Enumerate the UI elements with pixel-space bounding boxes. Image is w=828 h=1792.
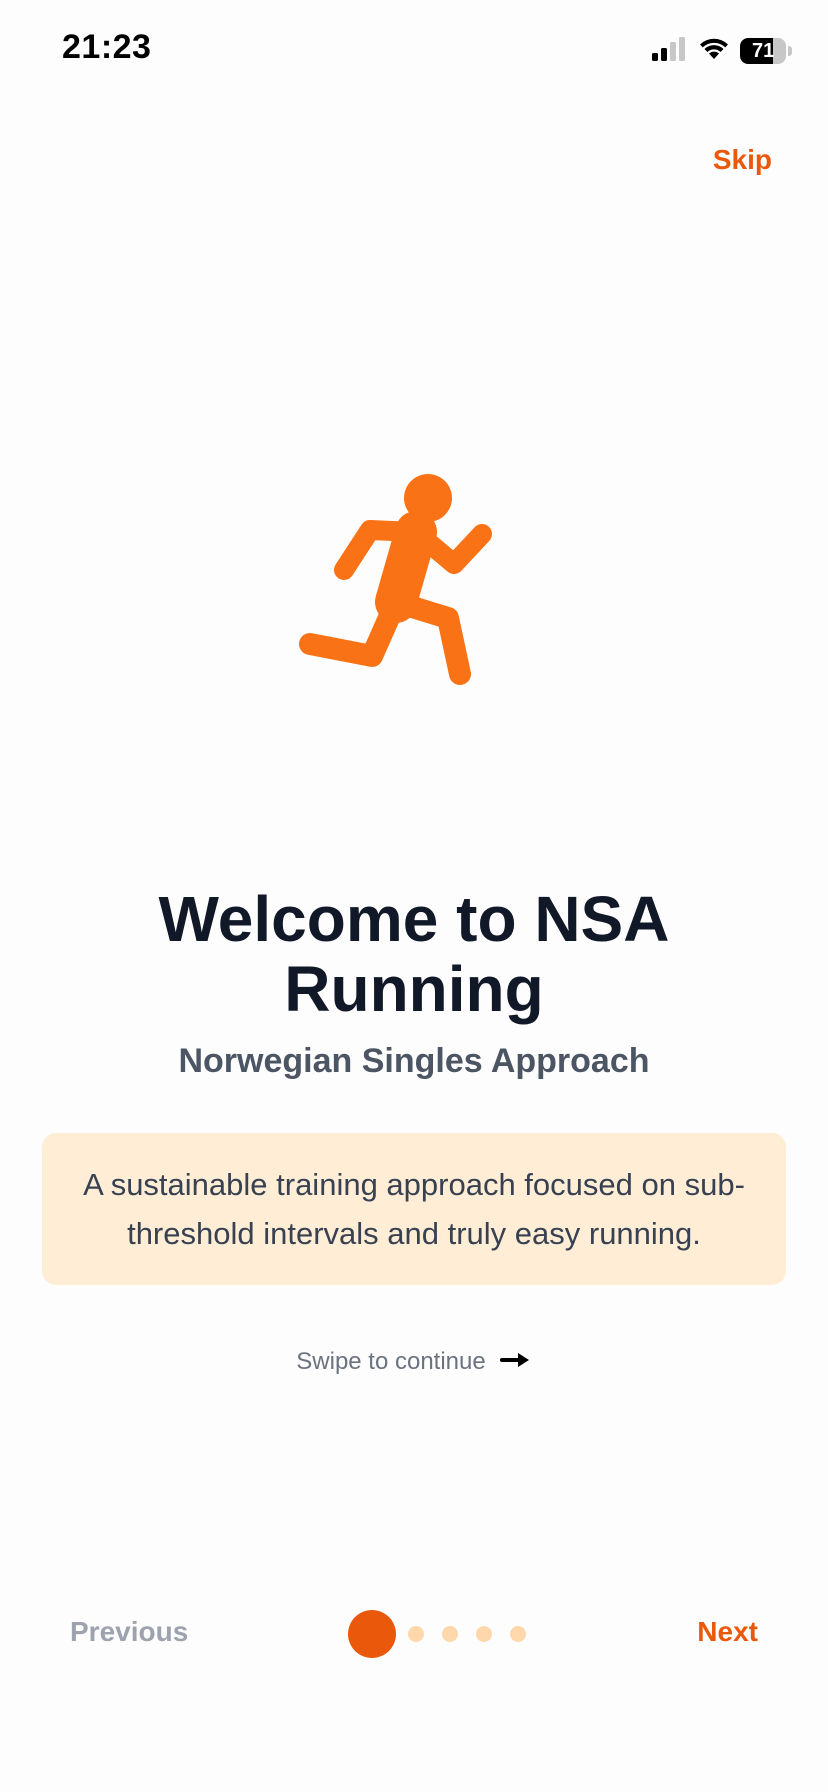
- swipe-hint-text: Swipe to continue: [296, 1348, 486, 1375]
- page-title: Welcome to NSA Running: [158, 883, 670, 1025]
- status-icons: 71: [652, 36, 792, 66]
- page-dot-1[interactable]: [348, 1610, 396, 1658]
- page-dot-2[interactable]: [408, 1626, 424, 1642]
- swipe-hint: Swipe to continue: [0, 1348, 828, 1376]
- battery-icon: 71: [740, 38, 792, 64]
- info-text: A sustainable training approach focused …: [83, 1167, 745, 1251]
- page-subtitle: Norwegian Singles Approach: [178, 1042, 650, 1080]
- status-time: 21:23: [62, 28, 152, 66]
- arrow-right-icon: [499, 1350, 532, 1375]
- wifi-icon: [698, 37, 730, 66]
- skip-button[interactable]: Skip: [713, 144, 772, 176]
- page-dot-5[interactable]: [510, 1626, 526, 1642]
- page-indicator: [348, 1610, 526, 1658]
- page-dot-3[interactable]: [442, 1626, 458, 1642]
- bottom-navigation: Previous Next: [0, 1600, 828, 1670]
- next-button[interactable]: Next: [697, 1616, 758, 1648]
- cellular-signal-icon: [652, 36, 688, 66]
- status-bar: 21:23 71: [0, 0, 828, 100]
- info-card: A sustainable training approach focused …: [42, 1133, 786, 1285]
- battery-level: 71: [751, 39, 775, 62]
- previous-button[interactable]: Previous: [70, 1616, 188, 1648]
- page-dot-4[interactable]: [476, 1626, 492, 1642]
- running-person-icon: [288, 468, 524, 704]
